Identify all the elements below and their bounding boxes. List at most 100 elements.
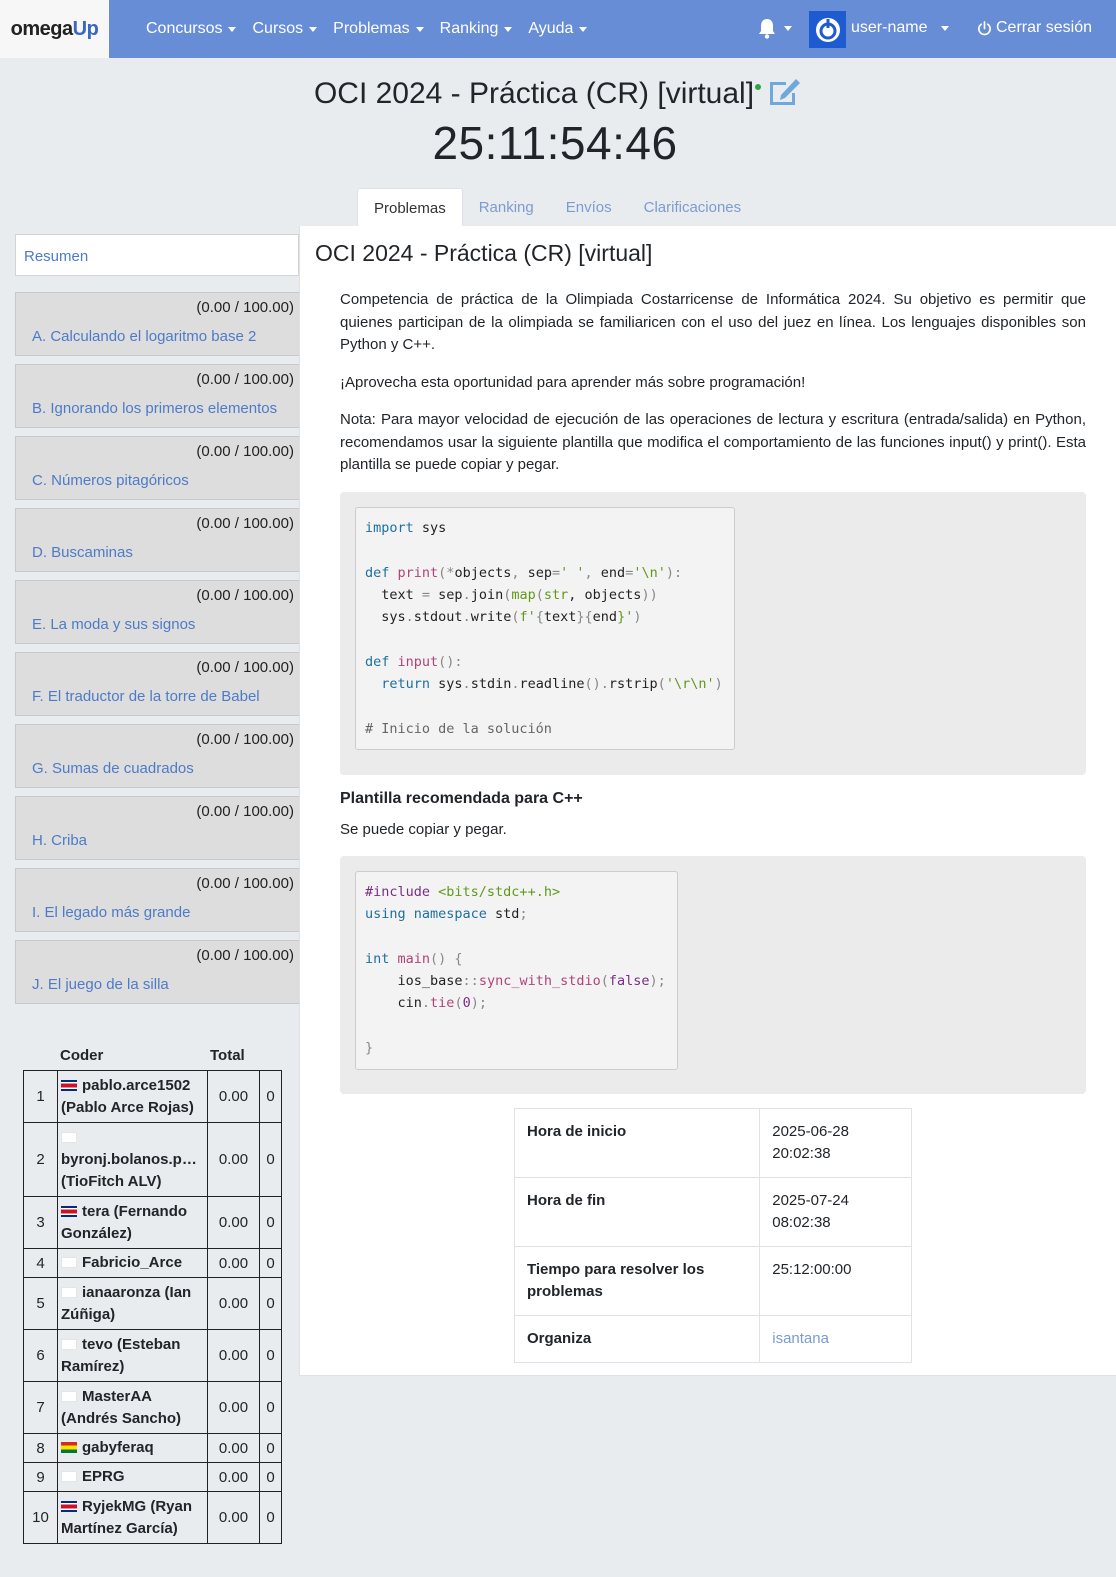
bolivia-flag-icon: [61, 1442, 77, 1453]
user-line1: ianaaronza (Ian: [82, 1283, 192, 1301]
problem-name-link[interactable]: J. El juego de la silla: [32, 976, 169, 993]
omegaup-logo[interactable]: omega Up: [0, 0, 109, 58]
problem-name-link[interactable]: F. El traductor de la torre de Babel: [32, 688, 260, 705]
problem-item[interactable]: (0.00 / 100.00) I. El legado más grande: [15, 868, 299, 932]
user-line1: Fabricio_Arce: [82, 1254, 183, 1271]
description-paragraph: Competencia de práctica de la Olimpiada …: [340, 291, 1086, 353]
nav-ayuda-label: Ayuda: [528, 20, 574, 37]
rank-cell: 10: [23, 1491, 58, 1544]
blank-flag-icon: [61, 1257, 77, 1268]
problem-name-link[interactable]: D. Buscaminas: [32, 544, 133, 561]
nav-concursos[interactable]: Concursos: [146, 20, 237, 38]
problem-item[interactable]: (0.00 / 100.00) C. Números pitagóricos: [15, 436, 299, 500]
rank-cell: 1: [23, 1070, 58, 1123]
tab-problemas[interactable]: Problemas: [357, 188, 463, 227]
penalty-cell: 0: [259, 1381, 282, 1434]
problem-item[interactable]: (0.00 / 100.00) D. Buscaminas: [15, 508, 299, 572]
info-value: 2025-06-28 20:02:38: [759, 1108, 912, 1178]
table-row: 9 EPRG 0.00 0: [23, 1462, 282, 1492]
user-cell[interactable]: tevo (Esteban Ramírez): [57, 1329, 208, 1382]
problem-item[interactable]: (0.00 / 100.00) H. Criba: [15, 796, 299, 860]
problem-item[interactable]: (0.00 / 100.00) A. Calculando el logarit…: [15, 292, 299, 356]
blank-flag-icon: [61, 1286, 77, 1298]
points-cell: 0.00: [207, 1462, 260, 1492]
blank-flag-icon: [61, 1471, 77, 1482]
problem-item[interactable]: (0.00 / 100.00) E. La moda y sus signos: [15, 580, 299, 644]
logout-label: Cerrar sesión: [996, 19, 1093, 36]
tab-ranking[interactable]: Ranking: [463, 188, 550, 227]
problem-name-link[interactable]: I. El legado más grande: [32, 904, 190, 921]
nav-ayuda[interactable]: Ayuda: [528, 20, 588, 38]
problem-name-link[interactable]: B. Ignorando los primeros elementos: [32, 400, 277, 417]
notifications-button[interactable]: [757, 18, 792, 39]
table-row: 6 tevo (Esteban Ramírez) 0.00 0: [23, 1329, 282, 1382]
cpp-code-block: #include <bits/stdc++.h> using namespace…: [340, 856, 1086, 1094]
penalty-cell: 0: [259, 1277, 282, 1330]
logout-link[interactable]: Cerrar sesión: [977, 19, 1092, 37]
problem-item[interactable]: (0.00 / 100.00) F. El traductor de la to…: [15, 652, 299, 716]
problem-name-link[interactable]: H. Criba: [32, 832, 87, 849]
organizer-link[interactable]: isantana: [772, 1330, 829, 1347]
top-navbar: omega Up Concursos Cursos Problemas Ranki…: [0, 0, 1116, 58]
user-cell[interactable]: byronj.bolanos.p… (TioFitch ALV): [57, 1122, 208, 1197]
user-cell[interactable]: ianaaronza (Ian Zúñiga): [57, 1277, 208, 1330]
problem-score: (0.00 / 100.00): [196, 515, 294, 532]
caret-down-icon: [309, 26, 318, 32]
tab-envios[interactable]: Envíos: [550, 188, 628, 227]
nav-cursos[interactable]: Cursos: [252, 20, 318, 38]
avatar[interactable]: [809, 11, 846, 48]
rank-cell: 9: [23, 1462, 58, 1492]
user-cell[interactable]: MasterAA (Andrés Sancho): [57, 1381, 208, 1434]
info-label: Tiempo para resolver los problemas: [513, 1246, 761, 1316]
user-line2: (Andrés Sancho): [61, 1409, 182, 1427]
table-row: Hora de inicio 2025-06-28 20:02:38: [513, 1108, 912, 1178]
problem-name-link[interactable]: G. Sumas de cuadrados: [32, 760, 194, 777]
table-row: 4 Fabricio_Arce 0.00 0: [23, 1248, 282, 1278]
tab-clarificaciones[interactable]: Clarificaciones: [628, 188, 758, 227]
penalty-cell: 0: [259, 1196, 282, 1249]
user-line1: tera (Fernando: [82, 1202, 188, 1220]
table-row: Hora de fin 2025-07-24 08:02:38: [513, 1177, 912, 1247]
user-line1: EPRG: [82, 1468, 125, 1485]
nav-problemas[interactable]: Problemas: [333, 20, 424, 38]
description-paragraph: Nota: Para mayor velocidad de ejecución …: [340, 411, 1086, 473]
user-cell[interactable]: EPRG: [57, 1462, 208, 1492]
edit-icon: [770, 79, 801, 105]
problem-item[interactable]: (0.00 / 100.00) J. El juego de la silla: [15, 940, 299, 1004]
problem-item[interactable]: (0.00 / 100.00) B. Ignorando los primero…: [15, 364, 299, 428]
info-value: isantana: [759, 1315, 912, 1363]
contest-tabs: Problemas Ranking Envíos Clarificaciones: [357, 188, 757, 227]
problem-name-link[interactable]: E. La moda y sus signos: [32, 616, 195, 633]
user-cell[interactable]: gabyferaq: [57, 1433, 208, 1463]
summary-link[interactable]: Resumen: [15, 234, 299, 276]
caret-down-icon: [415, 26, 424, 32]
problem-score: (0.00 / 100.00): [196, 443, 294, 460]
user-line1: RyjekMG (Ryan: [82, 1497, 193, 1515]
cpp-code[interactable]: #include <bits/stdc++.h> using namespace…: [355, 871, 678, 1070]
problem-item[interactable]: (0.00 / 100.00) G. Sumas de cuadrados: [15, 724, 299, 788]
problem-name-link[interactable]: C. Números pitagóricos: [32, 472, 189, 489]
points-cell: 0.00: [207, 1329, 260, 1382]
python-code[interactable]: import sys def print(*objects, sep=' ', …: [355, 507, 735, 750]
nav-ranking[interactable]: Ranking: [440, 20, 513, 38]
problem-score: (0.00 / 100.00): [196, 371, 294, 388]
online-status-dot: [755, 84, 762, 90]
points-cell: 0.00: [207, 1277, 260, 1330]
logo-text-omega: omega: [10, 17, 73, 40]
user-cell[interactable]: tera (Fernando González): [57, 1196, 208, 1249]
rank-cell: 7: [23, 1381, 58, 1434]
contest-info-table: Hora de inicio 2025-06-28 20:02:38 Hora …: [513, 1108, 912, 1363]
points-cell: 0.00: [207, 1122, 260, 1197]
nav-cursos-label: Cursos: [252, 20, 304, 37]
caret-down-icon: [504, 26, 513, 32]
info-value: 25:12:00:00: [759, 1246, 912, 1316]
edit-contest-button[interactable]: [767, 76, 802, 114]
user-cell[interactable]: pablo.arce1502 (Pablo Arce Rojas): [57, 1070, 208, 1123]
costa-rica-flag-icon: [61, 1500, 77, 1512]
user-menu[interactable]: user-name: [851, 19, 950, 37]
problem-name-link[interactable]: A. Calculando el logaritmo base 2: [32, 328, 256, 345]
summary-title: OCI 2024 - Práctica (CR) [virtual]: [315, 240, 653, 266]
user-cell[interactable]: Fabricio_Arce: [57, 1248, 208, 1278]
table-row: 2 byronj.bolanos.p… (TioFitch ALV) 0.00 0: [23, 1122, 282, 1197]
user-cell[interactable]: RyjekMG (Ryan Martínez García): [57, 1491, 208, 1544]
